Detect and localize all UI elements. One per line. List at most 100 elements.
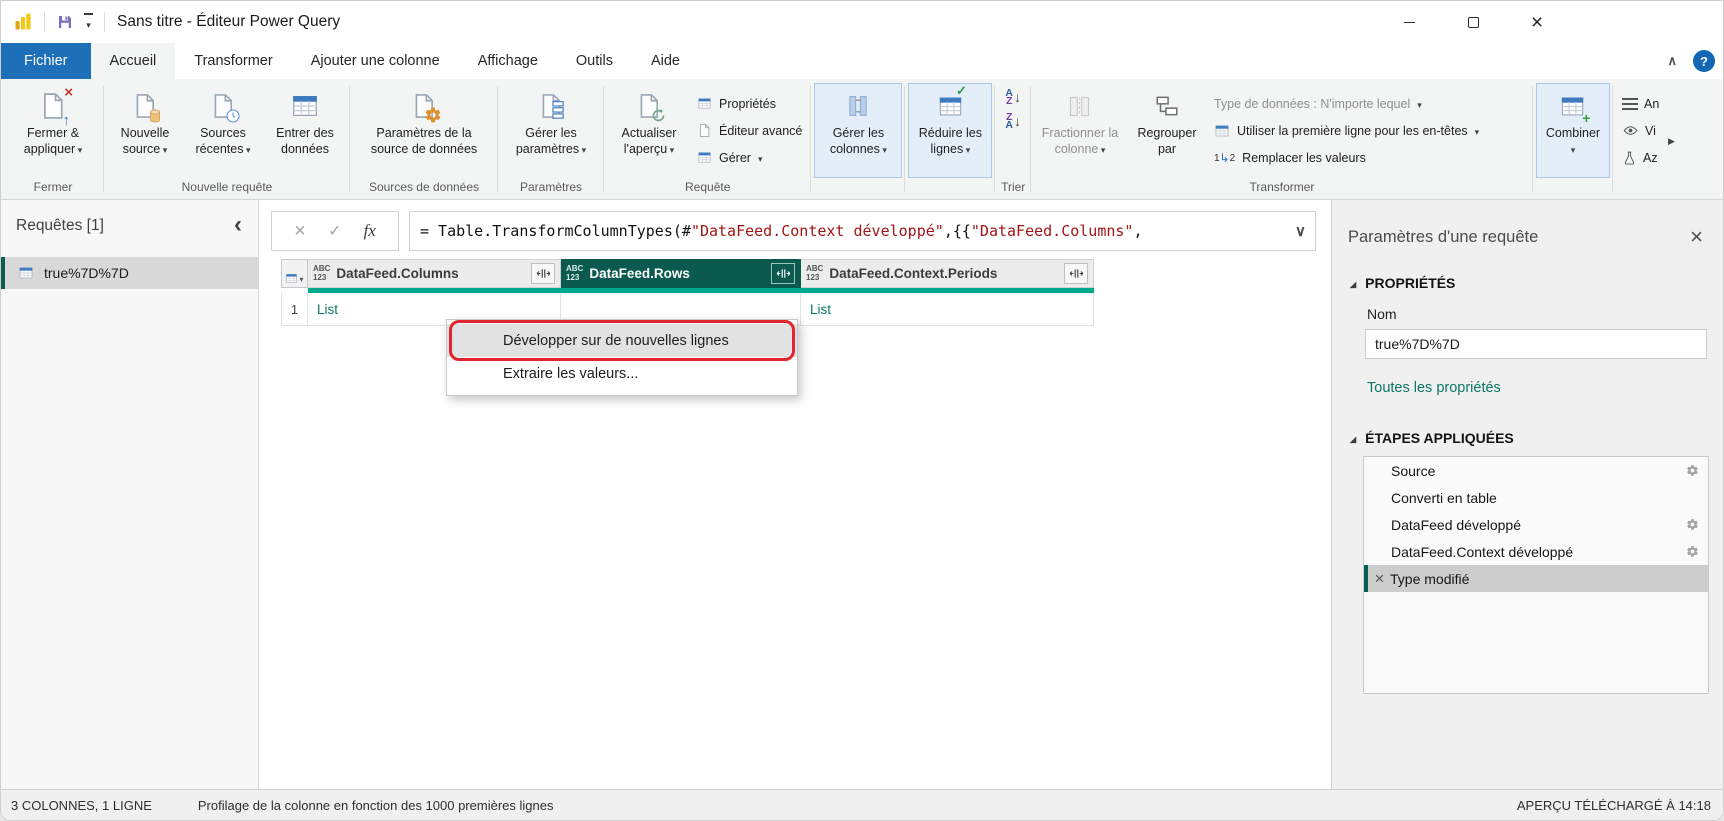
dropdown-caret-icon [243,142,250,156]
formula-input[interactable]: = Table.TransformColumnTypes(#"DataFeed.… [409,211,1316,251]
sort-descending-button[interactable]: ZA ↓ [1005,113,1021,130]
combine-button[interactable]: + Combiner [1536,83,1610,178]
dropdown-caret-icon [299,270,303,285]
recent-sources-button[interactable]: Sources récentes [183,83,263,178]
data-source-settings-button[interactable]: Paramètres de la source de données [353,83,495,178]
group-label-nouvelle-requete: Nouvelle requête [107,178,347,199]
sort-ascending-button[interactable]: AZ ↓ [1005,89,1021,106]
text-analytics-button[interactable]: An [1618,91,1660,116]
replace-values-button[interactable]: 1↳2 Remplacer les valeurs [1210,145,1528,170]
step-type-modifie[interactable]: Type modifié [1364,565,1708,592]
cell-datafeed-context-periods[interactable]: List [801,293,1094,326]
split-column-icon [1066,87,1093,125]
quick-access-toolbar-dropdown-icon[interactable] [84,13,93,31]
query-list-item[interactable]: true%7D%7D [1,257,258,289]
close-settings-pane-icon[interactable] [1690,226,1703,248]
tab-accueil[interactable]: Accueil [91,43,176,79]
ribbon-group-trier: AZ ↓ ZA ↓ Trier [995,79,1031,199]
vision-icon [1622,123,1639,138]
expand-column-icon[interactable] [531,263,555,284]
replace-values-icon: 1↳2 [1214,152,1235,164]
manage-columns-button[interactable]: Gérer les colonnes [814,83,902,178]
preview-pane: fx = Table.TransformColumnTypes(#"DataFe… [259,200,1331,789]
data-grid: ABC123 DataFeed.Columns ABC123 DataFeed.… [281,259,1094,326]
close-button[interactable] [1514,1,1560,43]
combine-icon: + [1559,87,1586,125]
split-column-button[interactable]: Fractionner la colonne [1034,83,1126,178]
titlebar: Sans titre - Éditeur Power Query [1,1,1723,43]
step-settings-gear-icon[interactable] [1686,518,1699,531]
powerbi-logo-icon [13,12,33,32]
formula-text: = Table.TransformColumnTypes(# [420,222,691,240]
button-label: Réduire les lignes [919,126,982,156]
save-button[interactable] [56,13,74,31]
button-label: Regrouper par [1137,126,1196,156]
group-label-sources-de-donnees: Sources de données [353,178,495,199]
menu-item-extract-values[interactable]: Extraire les valeurs... [447,357,797,390]
use-first-row-as-headers-button[interactable]: Utiliser la première ligne pour les en-t… [1210,118,1528,143]
vision-button[interactable]: Vi [1618,118,1660,143]
step-settings-gear-icon[interactable] [1686,545,1699,558]
reduce-rows-icon: ✓ [937,87,964,125]
step-source[interactable]: Source [1364,457,1708,484]
step-converti-en-table[interactable]: Converti en table [1364,484,1708,511]
ribbon-overflow-button[interactable] [1668,132,1675,147]
manage-query-button[interactable]: Gérer [693,145,806,170]
help-button[interactable]: ? [1693,50,1715,72]
tab-affichage[interactable]: Affichage [459,43,557,79]
collapse-ribbon-button[interactable] [1667,53,1677,69]
query-settings-panel: Paramètres d'une requête PROPRIÉTÉS Nom … [1331,200,1724,789]
step-settings-gear-icon[interactable] [1686,464,1699,477]
window-title: Sans titre - Éditeur Power Query [117,13,340,31]
formula-accept-icon[interactable] [328,221,341,241]
status-profiling-info[interactable]: Profilage de la colonne en fonction des … [198,798,554,813]
azure-ml-button[interactable]: Az [1618,145,1660,170]
maximize-icon [1468,17,1479,28]
arrow-down-icon: ↓ [1014,113,1021,129]
button-label: Éditeur avancé [719,124,802,138]
tab-outils[interactable]: Outils [557,43,632,79]
step-label: DataFeed développé [1391,517,1521,533]
query-name-input[interactable] [1365,329,1707,359]
tab-aide[interactable]: Aide [632,43,699,79]
row-number[interactable]: 1 [281,293,308,326]
ribbon-group-sources-de-donnees: Paramètres de la source de données Sourc… [350,79,498,199]
tab-fichier[interactable]: Fichier [1,43,91,79]
step-datafeed-context-developpe[interactable]: DataFeed.Context développé [1364,538,1708,565]
maximize-button[interactable] [1450,1,1496,43]
manage-parameters-button[interactable]: Gérer les paramètres [501,83,601,178]
expand-column-icon[interactable] [771,263,795,284]
column-header-datafeed-rows[interactable]: ABC123 DataFeed.Rows [561,259,801,288]
delete-step-icon[interactable] [1369,570,1390,587]
advanced-editor-icon [697,123,712,138]
button-label: Gérer les colonnes [830,126,884,156]
new-source-button[interactable]: Nouvelle source [107,83,183,178]
step-datafeed-developpe[interactable]: DataFeed développé [1364,511,1708,538]
column-header-datafeed-columns[interactable]: ABC123 DataFeed.Columns [308,259,561,288]
select-all-corner-button[interactable] [281,259,308,288]
menu-item-expand-to-new-rows[interactable]: Développer sur de nouvelles lignes [447,324,797,357]
ribbon: ×↑ Fermer & appliquer Fermer Nouvelle so… [1,79,1723,200]
table-icon [18,265,34,281]
button-label: Utiliser la première ligne pour les en-t… [1237,124,1468,138]
properties-section-header[interactable]: PROPRIÉTÉS [1350,275,1724,291]
refresh-preview-button[interactable]: Actualiser l'aperçu [607,83,691,178]
advanced-editor-button[interactable]: Éditeur avancé [693,118,806,143]
tab-ajouter-une-colonne[interactable]: Ajouter une colonne [292,43,459,79]
applied-steps-section-header[interactable]: ÉTAPES APPLIQUÉES [1350,430,1724,446]
properties-button[interactable]: Propriétés [693,91,806,116]
group-by-button[interactable]: Regrouper par [1126,83,1208,178]
all-properties-link[interactable]: Toutes les propriétés [1367,380,1501,396]
minimize-button[interactable] [1386,1,1432,43]
tab-transformer[interactable]: Transformer [175,43,291,79]
collapse-queries-pane-button[interactable] [234,218,242,235]
formula-cancel-icon[interactable] [294,220,306,243]
enter-data-button[interactable]: Entrer des données [263,83,347,178]
expand-column-icon[interactable] [1064,263,1088,284]
reduce-rows-button[interactable]: ✓ Réduire les lignes [908,83,992,178]
formula-expand-icon[interactable] [1295,212,1306,250]
close-and-apply-button[interactable]: ×↑ Fermer & appliquer [5,83,101,178]
formula-fx-icon[interactable]: fx [364,221,376,241]
data-type-button[interactable]: Type de données : N'importe lequel [1210,91,1528,116]
column-header-datafeed-context-periods[interactable]: ABC123 DataFeed.Context.Periods [801,259,1094,288]
